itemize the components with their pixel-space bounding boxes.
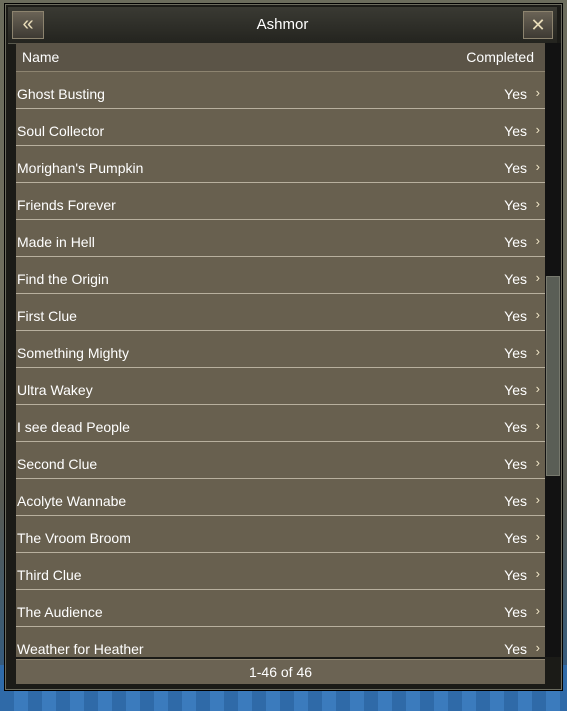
chevron-right-icon[interactable]: › [536,85,540,100]
table-row[interactable]: Ghost Busting Yes › [16,72,545,109]
chevron-right-icon[interactable]: › [536,381,540,396]
quest-completed: Yes [504,456,527,472]
quest-name: Morighan's Pumpkin [17,160,144,176]
chevron-right-icon[interactable]: › [536,640,540,655]
quest-name: Ultra Wakey [17,382,93,398]
chevron-right-icon[interactable]: › [536,344,540,359]
table-row[interactable]: First Clue Yes › [16,294,545,331]
table-row[interactable]: Third Clue Yes › [16,553,545,590]
chevron-right-icon[interactable]: › [536,529,540,544]
quest-name: I see dead People [17,419,130,435]
table-row[interactable]: Second Clue Yes › [16,442,545,479]
close-button[interactable]: ✕ [523,11,553,39]
quest-completed: Yes [504,123,527,139]
table-row[interactable]: Find the Origin Yes › [16,257,545,294]
scrollbar[interactable] [545,43,561,657]
table-row[interactable]: I see dead People Yes › [16,405,545,442]
scrollbar-thumb[interactable] [546,276,560,476]
window-title: Ashmor [256,16,309,33]
quest-completed: Yes [504,567,527,583]
quest-name: Third Clue [17,567,82,583]
quest-completed: Yes [504,197,527,213]
quest-name: The Vroom Broom [17,530,131,546]
quest-completed: Yes [504,382,527,398]
chevron-right-icon[interactable]: › [536,566,540,581]
quest-name: Ghost Busting [17,86,105,102]
quest-name: Acolyte Wannabe [17,493,127,509]
chevron-right-icon[interactable]: › [536,233,540,248]
table-row[interactable]: Weather for Heather Yes › [16,627,545,657]
chevron-right-icon[interactable]: › [536,307,540,322]
table-row[interactable]: Ultra Wakey Yes › [16,368,545,405]
chevron-right-icon[interactable]: › [536,270,540,285]
table-row[interactable]: Friends Forever Yes › [16,183,545,220]
quest-name: Second Clue [17,456,98,472]
chevron-right-icon[interactable]: › [536,196,540,211]
pagination-footer: 1-46 of 46 [16,659,545,684]
column-header-name[interactable]: Name [22,49,59,65]
quest-name: Find the Origin [17,271,109,287]
column-header-completed[interactable]: Completed [466,49,534,65]
quest-completed: Yes [504,493,527,509]
quest-name: Soul Collector [17,123,105,139]
quest-name: Weather for Heather [17,641,144,657]
quest-completed: Yes [504,308,527,324]
table-header: Name Completed [16,43,545,72]
table-row[interactable]: The Vroom Broom Yes › [16,516,545,553]
table-row[interactable]: Made in Hell Yes › [16,220,545,257]
quest-completed: Yes [504,530,527,546]
quest-completed: Yes [504,345,527,361]
quest-name: The Audience [17,604,103,620]
chevron-right-icon[interactable]: › [536,455,540,470]
quest-completed: Yes [504,160,527,176]
quest-list: Name Completed Ghost Busting Yes › Soul Col… [16,43,545,657]
chevron-right-icon[interactable]: › [536,603,540,618]
table-row[interactable]: Acolyte Wannabe Yes › [16,479,545,516]
table-row[interactable]: Soul Collector Yes › [16,109,545,146]
title-bar[interactable]: « Ashmor ✕ [8,7,557,44]
quest-completed: Yes [504,419,527,435]
quest-name: First Clue [17,308,77,324]
table-row[interactable]: Something Mighty Yes › [16,331,545,368]
close-x-icon: ✕ [530,15,546,35]
quest-name: Something Mighty [17,345,130,361]
quest-completed: Yes [504,604,527,620]
quest-completed: Yes [504,234,527,250]
chevron-right-icon[interactable]: › [536,492,540,507]
quest-completed: Yes [504,271,527,287]
table-body: Ghost Busting Yes › Soul Collector Yes › Morig… [16,72,545,657]
table-row[interactable]: Morighan's Pumpkin Yes › [16,146,545,183]
quest-completed: Yes [504,86,527,102]
quest-name: Friends Forever [17,197,116,213]
chevron-right-icon[interactable]: › [536,122,540,137]
quest-completed: Yes [504,641,527,657]
table-row[interactable]: The Audience Yes › [16,590,545,627]
quest-name: Made in Hell [17,234,95,250]
chevron-right-icon[interactable]: › [536,159,540,174]
chevron-right-icon[interactable]: › [536,418,540,433]
